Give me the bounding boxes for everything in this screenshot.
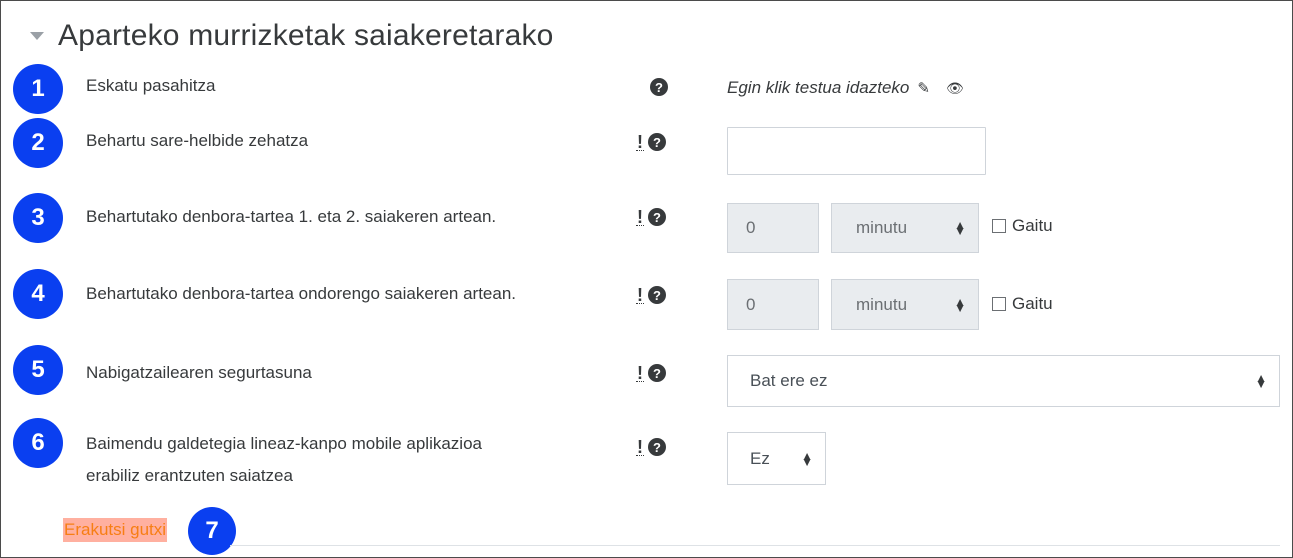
step-badge-1: 1	[13, 64, 63, 114]
delay1-enable-checkbox[interactable]	[992, 219, 1006, 233]
question-circle-icon[interactable]: ?	[648, 364, 666, 382]
step-badge-4: 4	[13, 269, 63, 319]
exclamation-icon: !	[636, 284, 644, 305]
step-badge-5: 5	[13, 345, 63, 395]
delay2-enable[interactable]: Gaitu	[992, 294, 1053, 314]
help-icons-row-5: ! ?	[636, 364, 666, 382]
step-badge-6: 6	[13, 418, 63, 468]
exclamation-icon: !	[636, 436, 644, 457]
question-circle-icon[interactable]: ?	[648, 208, 666, 226]
delay1-unit-value: minutu	[856, 218, 908, 237]
delay1-value-input[interactable]: 0	[727, 203, 819, 253]
help-icons-row-6: ! ?	[636, 438, 666, 456]
label-delay-later: Behartutako denbora-tartea ondorengo sai…	[86, 284, 517, 303]
question-circle-icon[interactable]: ?	[648, 286, 666, 304]
eye-icon[interactable]: 👁	[946, 80, 964, 97]
chevron-down-icon[interactable]	[30, 32, 44, 40]
exclamation-icon: !	[636, 362, 644, 383]
delay1-enable-label: Gaitu	[1012, 216, 1053, 235]
select-arrows-icon: ▲ ▼	[954, 294, 966, 315]
password-placeholder-text[interactable]: Egin klik testua idazteko	[727, 78, 909, 98]
question-circle-icon[interactable]: ?	[648, 133, 666, 151]
delay1-enable[interactable]: Gaitu	[992, 216, 1053, 236]
delay2-value-input[interactable]: 0	[727, 279, 819, 330]
browser-security-select[interactable]: Bat ere ez ▲ ▼	[727, 355, 1280, 407]
label-require-password: Eskatu pasahitza	[86, 76, 216, 95]
delay2-unit-select[interactable]: minutu ▲ ▼	[831, 279, 979, 330]
question-circle-icon[interactable]: ?	[650, 78, 668, 96]
label-require-network-address: Behartu sare-helbide zehatza	[86, 131, 309, 150]
offline-attempts-value: Ez	[750, 448, 770, 468]
pencil-icon[interactable]: ✎	[917, 79, 930, 97]
select-arrows-icon: ▲ ▼	[801, 448, 813, 469]
section-header[interactable]: Aparteko murrizketak saiakeretarako	[30, 14, 554, 58]
help-icons-row-3: ! ?	[636, 208, 666, 226]
exclamation-icon: !	[636, 206, 644, 227]
network-address-input[interactable]	[727, 127, 986, 175]
help-icons-row-4: ! ?	[636, 286, 666, 304]
section-divider	[230, 545, 1280, 546]
step-badge-7: 7	[188, 507, 236, 555]
help-icons-row-1: ?	[650, 78, 668, 96]
offline-attempts-select[interactable]: Ez ▲ ▼	[727, 432, 826, 485]
browser-security-value: Bat ere ez	[750, 371, 828, 390]
delay2-unit-value: minutu	[856, 294, 908, 314]
exclamation-icon: !	[636, 131, 644, 152]
label-offline-attempts-line2: erabiliz erantzuten saiatzea	[86, 466, 293, 485]
password-inplace-editable[interactable]: Egin klik testua idazteko ✎ 👁	[727, 72, 964, 104]
show-less-link[interactable]: Erakutsi gutxi	[63, 518, 168, 542]
delay2-enable-checkbox[interactable]	[992, 297, 1006, 311]
help-icons-row-2: ! ?	[636, 133, 666, 151]
label-browser-security: Nabigatzailearen segurtasuna	[86, 363, 312, 382]
section-title: Aparteko murrizketak saiakeretarako	[58, 19, 554, 52]
select-arrows-icon: ▲ ▼	[954, 218, 966, 238]
select-arrows-icon: ▲ ▼	[1255, 371, 1267, 391]
label-delay-1-2: Behartutako denbora-tartea 1. eta 2. sai…	[86, 207, 497, 226]
question-circle-icon[interactable]: ?	[648, 438, 666, 456]
step-badge-2: 2	[13, 118, 63, 168]
step-badge-3: 3	[13, 193, 63, 243]
label-offline-attempts-line1: Baimendu galdetegia lineaz-kanpo mobile …	[86, 434, 482, 453]
delay2-enable-label: Gaitu	[1012, 294, 1053, 313]
label-offline-attempts: Baimendu galdetegia lineaz-kanpo mobile …	[86, 428, 482, 492]
delay1-unit-select[interactable]: minutu ▲ ▼	[831, 203, 979, 253]
